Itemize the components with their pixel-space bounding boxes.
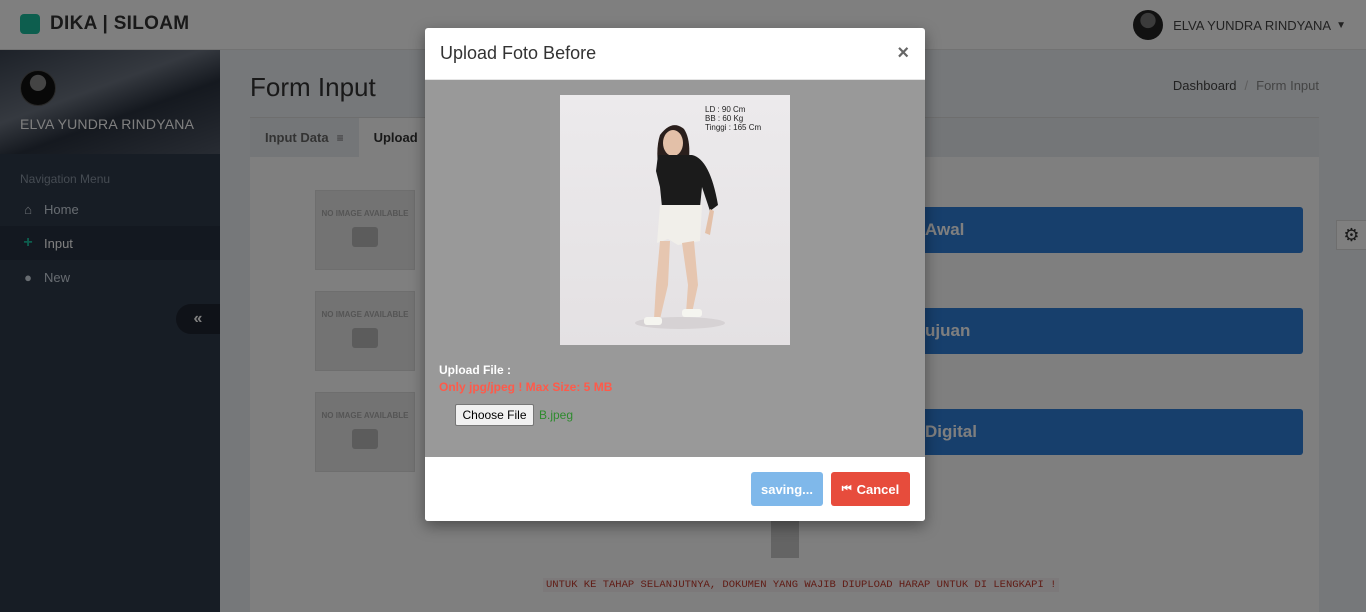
modal-body: LD : 90 Cm BB : 60 Kg Tinggi : 165 Cm Up… — [425, 80, 925, 457]
photo-note-line: Tinggi : 165 Cm — [705, 123, 762, 132]
upload-photo-modal: Upload Foto Before × LD: 90 Cm BB: 60 … — [425, 28, 925, 521]
person-photo-image — [635, 125, 725, 329]
modal-title: Upload Foto Before — [440, 43, 597, 63]
photo-measurements: LD : 90 Cm BB : 60 Kg Tinggi : 165 Cm — [705, 105, 761, 132]
photo-note-line: BB : 60 Kg — [705, 114, 744, 123]
step-backward-icon: ⏮ — [841, 482, 852, 495]
saving-button[interactable]: saving... — [751, 472, 823, 506]
modal-header: Upload Foto Before × — [425, 28, 925, 80]
cancel-button-label: Cancel — [856, 481, 900, 497]
selected-file-name: B.jpeg — [539, 408, 574, 422]
photo-note-line: LD : 90 Cm — [705, 105, 746, 114]
upload-file-label: Upload File : — [439, 363, 511, 377]
choose-file-button[interactable]: Choose File — [455, 404, 534, 426]
modal-footer: saving... ⏮ Cancel — [425, 457, 925, 521]
photo-preview: LD : 90 Cm BB : 60 Kg Tinggi : 165 Cm — [560, 95, 790, 345]
close-icon[interactable]: × — [897, 42, 909, 65]
cancel-button[interactable]: ⏮ Cancel — [831, 472, 910, 506]
upload-file-hint: Only jpg/jpeg ! Max Size: 5 MB — [439, 380, 613, 394]
